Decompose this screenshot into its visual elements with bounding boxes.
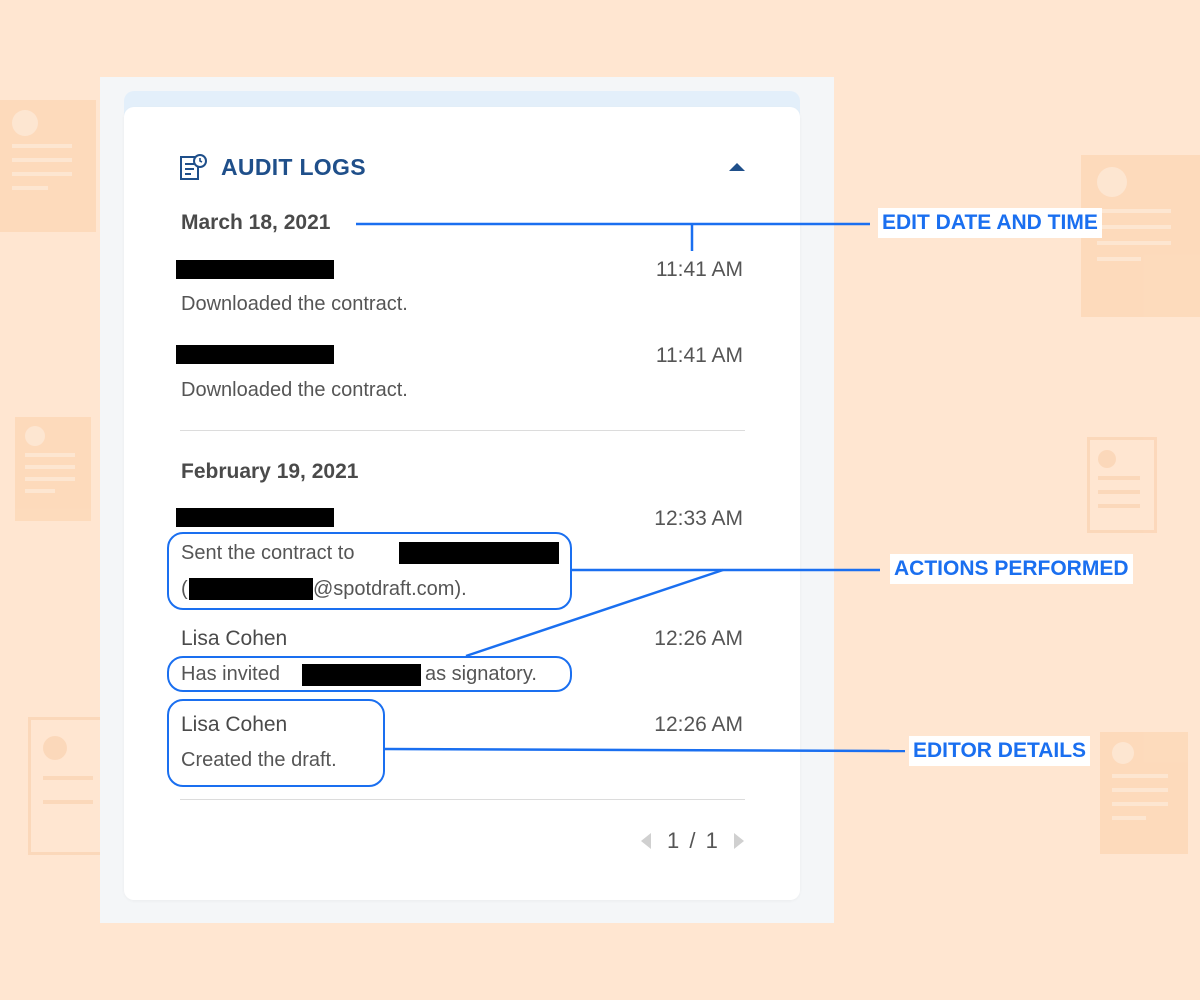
actions-performed-label: ACTIONS PERFORMED xyxy=(890,554,1133,584)
callout-connectors xyxy=(356,222,906,753)
editor-details-label: EDITOR DETAILS xyxy=(909,736,1091,766)
edit-date-time-label: EDIT DATE AND TIME xyxy=(878,208,1102,238)
